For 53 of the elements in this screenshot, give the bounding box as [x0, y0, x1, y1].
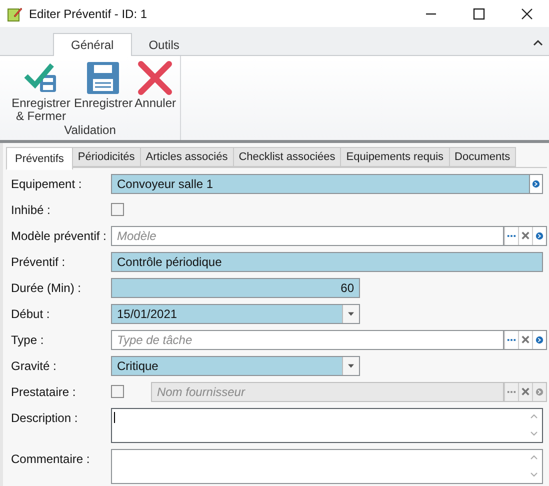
more-icon[interactable]: [504, 382, 518, 400]
input-field[interactable]: Type de tâche: [111, 330, 504, 350]
collapse-icon[interactable]: [533, 39, 543, 47]
ribbon-button[interactable]: Enregistrer & Fermer: [10, 61, 72, 123]
ribbon-tab[interactable]: Général: [53, 33, 132, 56]
checkbox[interactable]: [111, 203, 124, 216]
field-label: Gravité :: [11, 358, 58, 372]
go-icon[interactable]: [530, 174, 543, 194]
field-label: Préventif :: [11, 254, 66, 268]
text-area[interactable]: [111, 449, 543, 484]
form-tab[interactable]: Documents: [450, 147, 516, 167]
form-tab[interactable]: Articles associés: [140, 147, 234, 167]
clear-icon[interactable]: [518, 226, 532, 244]
field-label: Commentaire :: [11, 451, 91, 466]
go-icon[interactable]: [532, 226, 546, 244]
clear-icon[interactable]: [518, 382, 532, 400]
text-area[interactable]: [111, 408, 543, 443]
clear-icon[interactable]: [518, 330, 532, 348]
input-field[interactable]: Convoyeur salle 1: [111, 174, 530, 194]
close-icon[interactable]: [521, 8, 533, 20]
dropdown[interactable]: 15/01/2021: [111, 304, 360, 324]
dropdown[interactable]: Critique: [111, 356, 360, 376]
go-icon[interactable]: [532, 330, 546, 348]
form-tab[interactable]: Checklist associées: [234, 147, 342, 167]
ribbon-button[interactable]: Enregistrer: [74, 61, 133, 110]
cancel-icon: [138, 61, 172, 95]
field-label: Début :: [11, 306, 51, 320]
field-label: Equipement :: [11, 176, 83, 190]
field-label: Prestataire :: [11, 384, 77, 398]
field-label: Type :: [11, 332, 45, 346]
input-field[interactable]: 60: [111, 278, 360, 298]
notepad-icon: [7, 6, 23, 22]
dropdown-icon: [342, 356, 359, 374]
field-label: Durée (Min) :: [11, 280, 82, 294]
ribbon-button[interactable]: Annuler: [134, 61, 176, 110]
text-cursor: [114, 412, 115, 423]
field-label: Description :: [11, 410, 79, 425]
group-label: Validation: [64, 123, 116, 137]
more-icon[interactable]: [504, 330, 518, 348]
form-tab[interactable]: Equipements requis: [341, 147, 450, 167]
window-title: Editer Préventif - ID: 1: [29, 6, 148, 20]
input-field[interactable]: Contrôle périodique: [111, 252, 543, 272]
input-field[interactable]: Modèle: [111, 226, 504, 246]
go-icon[interactable]: [532, 382, 546, 400]
form-tab[interactable]: Préventifs: [6, 147, 73, 170]
form-tab[interactable]: Périodicités: [72, 147, 141, 167]
check-disk-icon: [24, 61, 58, 95]
more-icon[interactable]: [504, 226, 518, 244]
field-label: Inhibé :: [11, 202, 52, 216]
dropdown-icon: [342, 304, 359, 322]
field-label: Modèle préventif :: [11, 228, 108, 242]
maximize-icon[interactable]: [473, 8, 485, 20]
ribbon-tab[interactable]: Outils: [132, 34, 196, 56]
